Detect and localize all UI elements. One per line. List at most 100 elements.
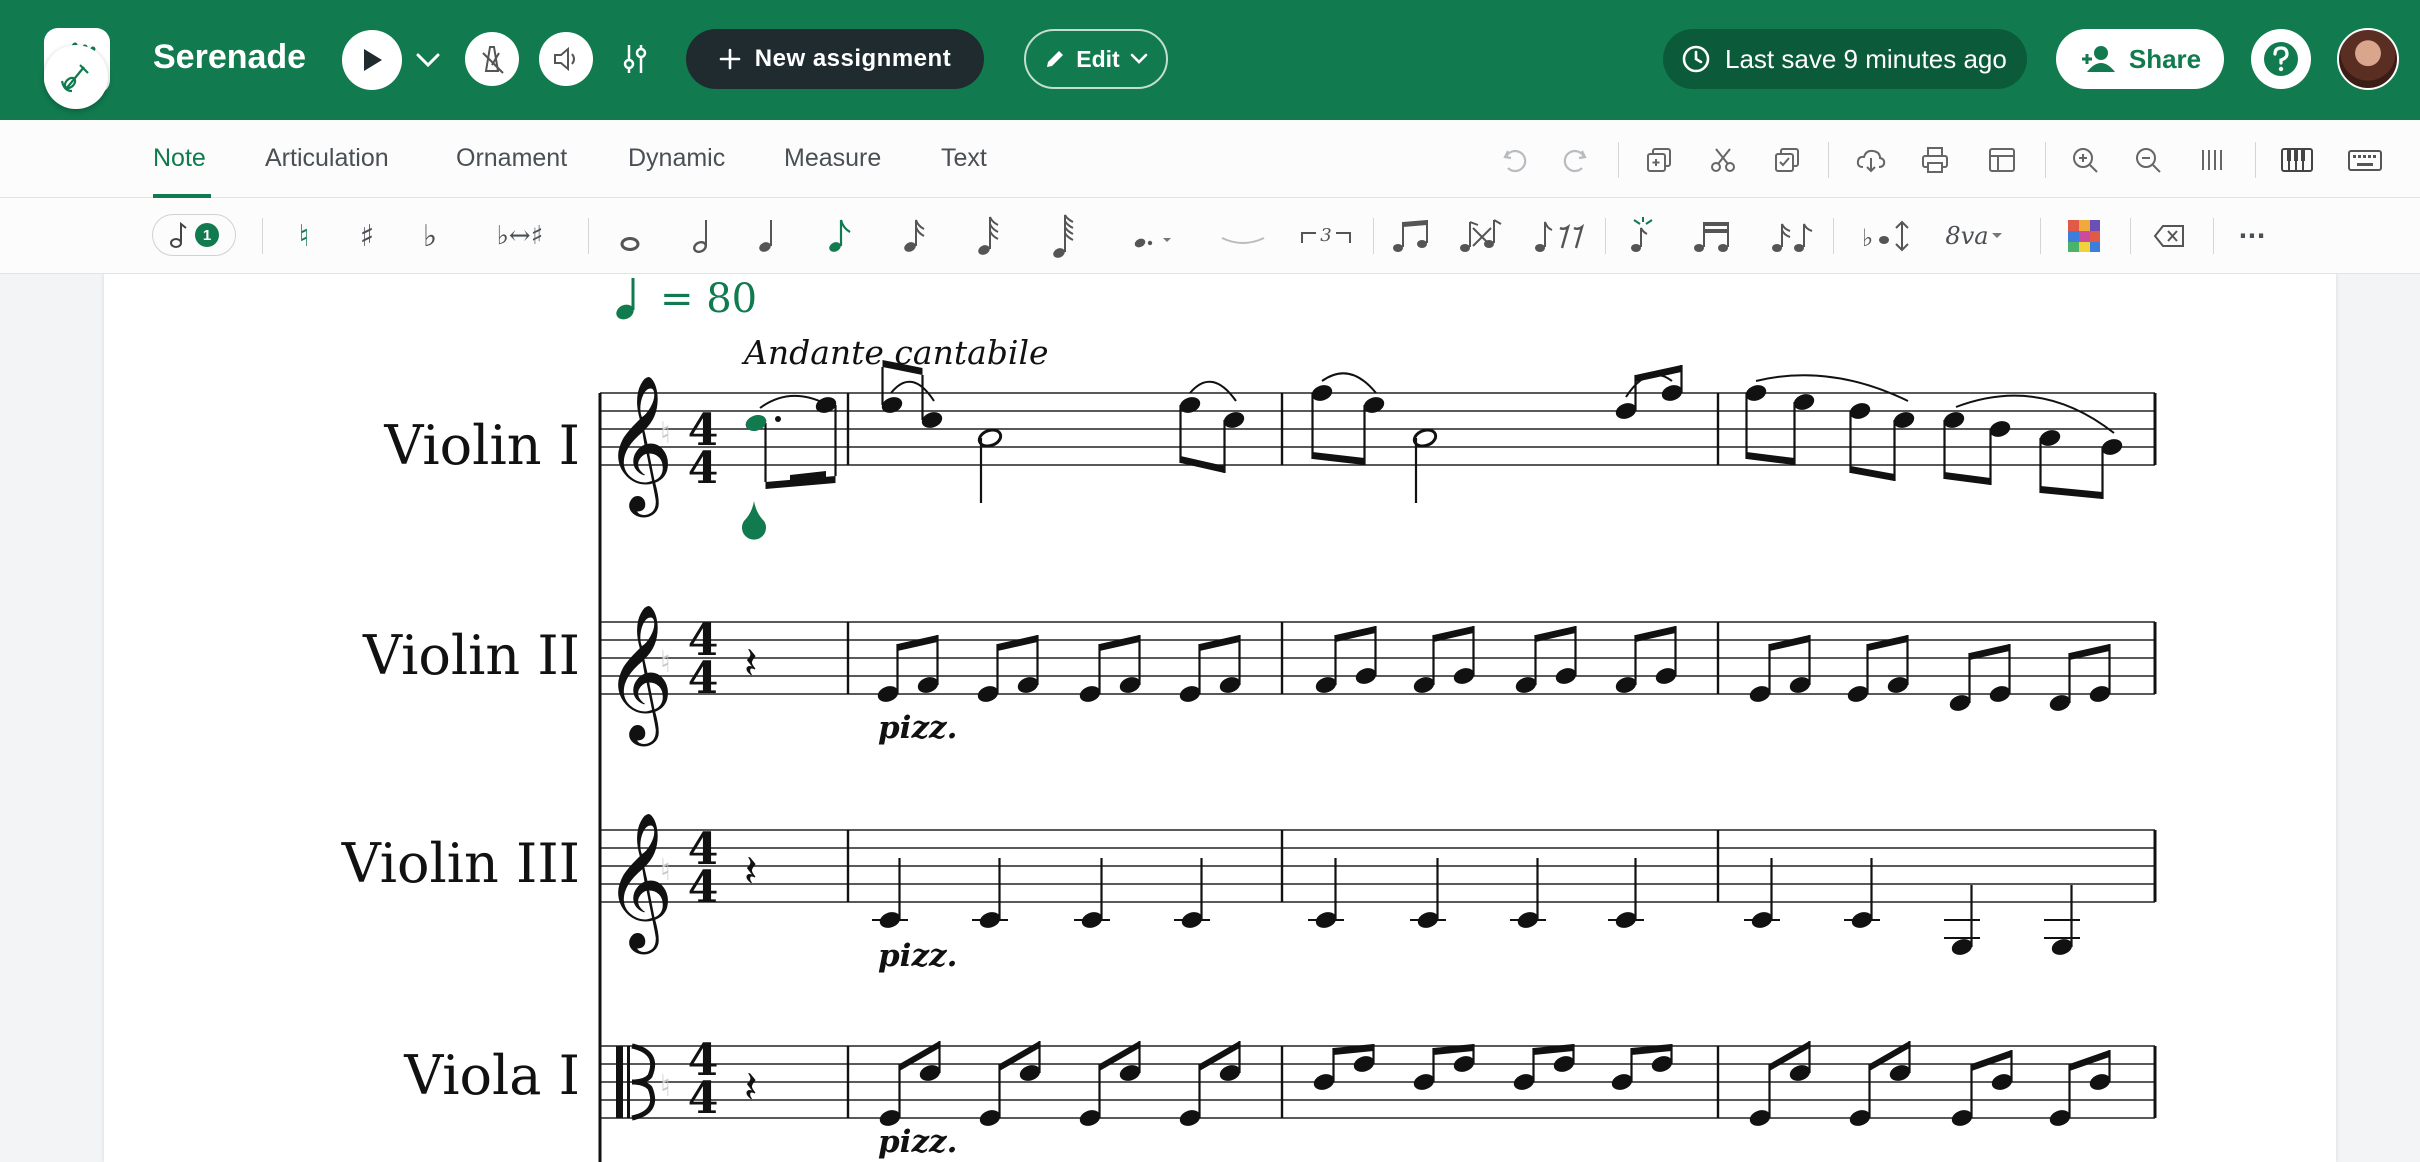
piano-button[interactable]: [2275, 138, 2319, 182]
double-beam-button[interactable]: [1690, 212, 1734, 260]
sharp-button[interactable]: ♯: [347, 212, 387, 260]
cut-button[interactable]: [1701, 138, 1745, 182]
pizz-marking[interactable]: pizz.: [878, 938, 957, 974]
printer-icon: [1922, 147, 1948, 173]
quarter-note-button[interactable]: [748, 212, 788, 260]
toolbar-divider: [2130, 218, 2131, 254]
grace-note-button[interactable]: [1622, 212, 1666, 260]
save-status-badge[interactable]: Last save 9 minutes ago: [1663, 29, 2027, 89]
flat-button[interactable]: ♭: [410, 212, 450, 260]
dot-button[interactable]: [1125, 212, 1175, 260]
half-note-icon: [693, 220, 707, 254]
delete-button[interactable]: [2148, 212, 2192, 260]
instrument-tools-button[interactable]: [44, 45, 108, 109]
tab-dynamic[interactable]: Dynamic: [628, 144, 725, 173]
sixteenth-note-icon: [904, 219, 925, 252]
whole-note-button[interactable]: [610, 212, 650, 260]
beam: [1199, 635, 1240, 651]
instrument-name-violin-2[interactable]: Violin II: [60, 624, 580, 687]
color-button[interactable]: [2062, 212, 2106, 260]
color-palette-icon: [2068, 220, 2100, 252]
view-mode-button[interactable]: [2190, 138, 2234, 182]
flat-icon: ♭: [422, 218, 438, 254]
note-rest-button[interactable]: [1530, 212, 1590, 260]
key-signature-ghost: ♮: [660, 853, 671, 888]
sixteenth-note-button[interactable]: [893, 212, 933, 260]
time-signature[interactable]: 44: [686, 619, 720, 701]
instrument-name-viola-1[interactable]: Viola I: [60, 1044, 580, 1107]
score-title[interactable]: Serenade: [153, 38, 306, 77]
beam: [1312, 452, 1365, 465]
print-button[interactable]: [1913, 138, 1957, 182]
pizz-marking[interactable]: pizz.: [878, 1124, 957, 1160]
plus-icon: [719, 48, 741, 70]
zoom-out-button[interactable]: [2126, 138, 2170, 182]
unbeam-icon: [1460, 219, 1502, 252]
beam-group-button[interactable]: [1388, 212, 1438, 260]
time-signature[interactable]: 44: [686, 409, 720, 491]
alto-clef: [627, 1046, 630, 1118]
expression-text[interactable]: Andante cantabile: [744, 333, 1049, 372]
more-options-button[interactable]: ···: [2230, 212, 2274, 260]
tempo-marking[interactable]: = 80: [660, 276, 757, 322]
tab-measure[interactable]: Measure: [784, 144, 881, 173]
zoom-in-button[interactable]: [2063, 138, 2107, 182]
mixer-button[interactable]: [612, 36, 658, 82]
pizz-marking[interactable]: pizz.: [878, 710, 957, 746]
metronome-button[interactable]: [465, 32, 519, 86]
paste-icon: [1775, 148, 1799, 172]
tempo-quarter-note-icon[interactable]: [612, 274, 656, 327]
voice-selector[interactable]: 1: [152, 214, 236, 256]
new-assignment-button[interactable]: New assignment: [686, 29, 984, 89]
ottava-button[interactable]: 8va: [1940, 212, 2010, 260]
user-avatar[interactable]: [2337, 28, 2399, 90]
key-signature-ghost: ♮: [660, 645, 671, 680]
help-button[interactable]: [2251, 29, 2311, 89]
playback-options-button[interactable]: [408, 40, 448, 80]
tab-text[interactable]: Text: [941, 144, 987, 173]
cross-staff-button[interactable]: [1768, 212, 1818, 260]
play-button[interactable]: [342, 30, 402, 90]
tie-button[interactable]: [1218, 212, 1268, 260]
quarter-rest: 𝄽: [744, 638, 757, 689]
time-signature[interactable]: 44: [686, 1039, 720, 1121]
tab-note[interactable]: Note: [153, 144, 206, 173]
enharmonic-button[interactable]: ♭↔♯: [470, 212, 570, 260]
edit-mode-button[interactable]: Edit: [1024, 29, 1168, 89]
64th-note-button[interactable]: [1042, 212, 1082, 260]
new-assignment-label: New assignment: [754, 45, 952, 72]
toolbar-divider: [262, 218, 263, 254]
natural-button[interactable]: ♮: [284, 212, 324, 260]
add-user-icon: [2081, 46, 2115, 72]
backspace-icon: [2153, 225, 2184, 247]
layout-button[interactable]: [1980, 138, 2024, 182]
note-input-toolbar: 1 ♮ ♯ ♭ ♭↔♯ 3 ♭ 8va ···: [0, 198, 2420, 274]
split-beam-icon: [1772, 223, 1813, 252]
tab-ornament[interactable]: Ornament: [456, 144, 567, 173]
tab-articulation[interactable]: Articulation: [265, 144, 389, 173]
undo-button[interactable]: [1493, 138, 1537, 182]
score-canvas[interactable]: 𝄞 ♮ 𝄞 ♮ 𝄽 𝄞 ♮ 𝄽 ♮ 𝄽: [0, 274, 2420, 1162]
redo-button[interactable]: [1553, 138, 1597, 182]
32nd-note-button[interactable]: [967, 212, 1007, 260]
move-pitch-button[interactable]: ♭: [1860, 212, 1916, 260]
svg-text:3: 3: [1320, 225, 1331, 246]
keyboard-shortcuts-button[interactable]: [2343, 138, 2387, 182]
score-notation[interactable]: 𝄞♮𝄞♮ 𝄽𝄞♮ 𝄽♮ 𝄽: [0, 274, 2420, 1162]
share-button[interactable]: Share: [2056, 29, 2224, 89]
key-signature-ghost: ♮: [660, 1069, 671, 1104]
copy-button[interactable]: [1637, 138, 1681, 182]
toolbar-divider: [2213, 218, 2214, 254]
paste-button[interactable]: [1765, 138, 1809, 182]
sound-button[interactable]: [539, 32, 593, 86]
thirty-second-note-icon: [978, 216, 999, 255]
download-button[interactable]: [1849, 138, 1893, 182]
tuplet-button[interactable]: 3: [1298, 212, 1354, 260]
eighth-note-button[interactable]: [818, 212, 858, 260]
instrument-name-violin-1[interactable]: Violin I: [60, 414, 580, 477]
time-signature[interactable]: 44: [686, 828, 720, 910]
instrument-name-violin-3[interactable]: Violin III: [60, 832, 580, 895]
half-note-button[interactable]: [683, 212, 723, 260]
unbeam-button[interactable]: [1455, 212, 1505, 260]
toolbar-divider: [1833, 218, 1834, 254]
